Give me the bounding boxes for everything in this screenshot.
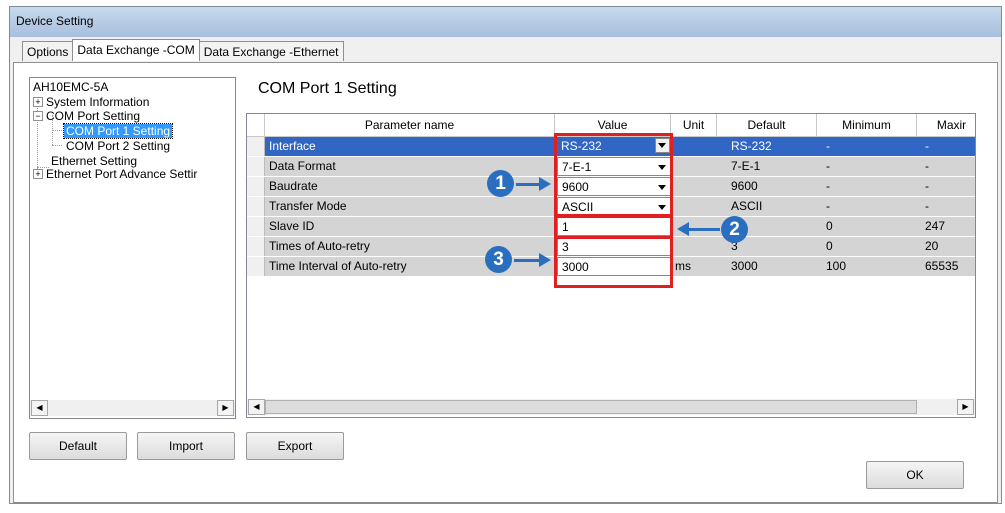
column-header-parameter-name[interactable]: Parameter name [265, 114, 555, 137]
tree-item-ethernet-port-advance-setting[interactable]: + Ethernet Port Advance Settir [33, 167, 197, 181]
tree-horizontal-scrollbar[interactable]: ◀ ▶ [30, 400, 235, 416]
page-title: COM Port 1 Setting [258, 80, 397, 97]
maximum-cell: 20 [925, 239, 939, 253]
default-cell: ASCII [731, 199, 763, 213]
minimum-cell: 0 [826, 219, 833, 233]
tree-item-device[interactable]: AH10EMC-5A [33, 80, 108, 94]
tree-item-com-port-1-setting[interactable]: COM Port 1 Setting [62, 123, 174, 139]
minimum-cell: - [826, 179, 830, 193]
tree-item-label: Ethernet Port Advance Settir [46, 167, 198, 181]
callout-2: 2 [721, 216, 748, 243]
maximum-cell: - [925, 139, 929, 153]
scroll-right-icon[interactable]: ▶ [957, 399, 974, 415]
title-bar[interactable]: Device Setting [10, 7, 1001, 37]
scroll-left-icon[interactable]: ◀ [248, 399, 265, 415]
minimum-cell: - [826, 139, 830, 153]
row-header [247, 157, 265, 176]
parameter-name-cell: Transfer Mode [269, 199, 347, 213]
parameter-name-cell: Times of Auto-retry [269, 239, 370, 253]
minimum-cell: 100 [826, 259, 847, 273]
tree-item-com-port-setting[interactable]: − COM Port Setting [33, 109, 140, 123]
unit-cell [671, 137, 717, 156]
tree-item-label: System Information [46, 95, 150, 109]
tab-options[interactable]: Options [22, 41, 74, 61]
maximum-cell: 65535 [925, 259, 959, 273]
settings-tree: AH10EMC-5A + System Information − COM Port… [29, 77, 236, 419]
minimum-cell: 0 [826, 239, 833, 253]
default-cell: 3000 [731, 259, 758, 273]
column-header-maximum[interactable]: Maxir [917, 114, 975, 137]
tree-item-com-port-2-setting[interactable]: COM Port 2 Setting [66, 139, 170, 153]
unit-cell [671, 197, 717, 216]
minimum-cell: - [826, 159, 830, 173]
window-title: Device Setting [16, 14, 94, 28]
maximum-cell: - [925, 179, 929, 193]
tree-item-label: Ethernet Setting [51, 154, 138, 168]
arrow-left-icon [677, 222, 720, 236]
row-header [247, 137, 265, 156]
ok-button[interactable]: OK [866, 461, 964, 489]
default-cell: RS-232 [731, 139, 772, 153]
highlight-box-retry [554, 236, 673, 288]
tree-connector [52, 145, 62, 146]
scroll-left-icon[interactable]: ◀ [31, 400, 48, 416]
unit-cell [671, 237, 717, 256]
column-header-default[interactable]: Default [717, 114, 817, 137]
highlight-box-dropdowns [554, 133, 673, 217]
default-cell: 9600 [731, 179, 758, 193]
arrow-right-icon [516, 177, 551, 191]
row-header [247, 257, 265, 276]
row-header-corner [247, 114, 265, 137]
export-button[interactable]: Export [246, 432, 344, 460]
tree-item-label: COM Port 1 Setting [66, 124, 171, 138]
tree-item-system-information[interactable]: + System Information [33, 95, 149, 109]
minimum-cell: - [826, 199, 830, 213]
tree-item-label: COM Port 2 Setting [66, 139, 171, 153]
arrow-right-icon [514, 253, 551, 267]
maximum-cell: - [925, 159, 929, 173]
tab-data-exchange-ethernet[interactable]: Data Exchange -Ethernet [198, 41, 344, 61]
row-header [247, 217, 265, 236]
callout-3: 3 [485, 246, 512, 273]
unit-cell: ms [675, 259, 691, 273]
row-header [247, 177, 265, 196]
grid-horizontal-scrollbar[interactable]: ◀ ▶ [247, 399, 975, 415]
scrollbar-thumb[interactable] [265, 400, 917, 414]
callout-1: 1 [487, 170, 514, 197]
import-button[interactable]: Import [137, 432, 235, 460]
column-header-minimum[interactable]: Minimum [817, 114, 917, 137]
row-header [247, 197, 265, 216]
row-header [247, 237, 265, 256]
tab-strip: Options Data Exchange -COM Data Exchange… [22, 39, 344, 62]
parameter-name-cell: Interface [269, 139, 316, 153]
default-button[interactable]: Default [29, 432, 127, 460]
collapse-icon[interactable]: − [33, 111, 43, 121]
expand-icon[interactable]: + [33, 169, 43, 179]
maximum-cell: - [925, 199, 929, 213]
tree-item-ethernet-setting[interactable]: Ethernet Setting [51, 154, 137, 168]
scroll-right-icon[interactable]: ▶ [217, 400, 234, 416]
unit-cell [671, 177, 717, 196]
parameter-name-cell: Slave ID [269, 219, 315, 233]
column-header-unit[interactable]: Unit [671, 114, 717, 137]
unit-cell [671, 157, 717, 176]
parameter-name-cell: Data Format [269, 159, 336, 173]
tree-item-label: AH10EMC-5A [33, 80, 109, 94]
tab-data-exchange-com[interactable]: Data Exchange -COM [72, 39, 200, 61]
default-cell: 7-E-1 [731, 159, 761, 173]
maximum-cell: 247 [925, 219, 946, 233]
tree-item-label: COM Port Setting [46, 109, 141, 123]
tree-connector [52, 130, 62, 131]
expand-icon[interactable]: + [33, 97, 43, 107]
